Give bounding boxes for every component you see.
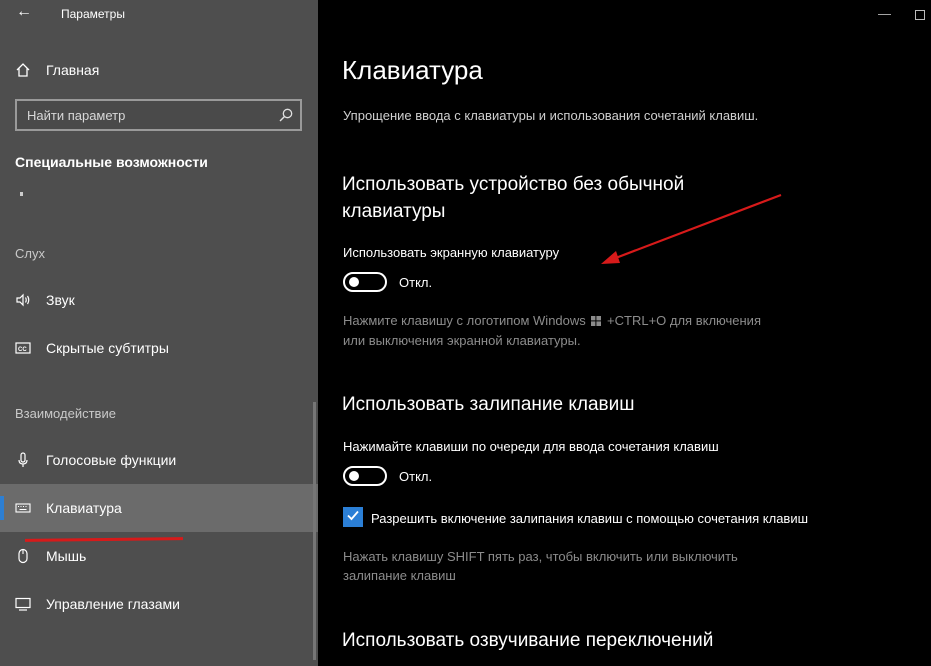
sidebar-item-label: Звук (46, 292, 75, 308)
group-label-hearing: Слух (15, 246, 45, 261)
app-title: Параметры (61, 7, 125, 21)
home-icon (15, 62, 31, 78)
back-arrow-icon: ← (16, 3, 32, 20)
section-heading-toggle-keys: Использовать озвучивание переключений (342, 630, 714, 651)
sidebar-item-label: Клавиатура (46, 500, 122, 516)
speaker-icon (15, 292, 31, 308)
keyboard-icon (15, 500, 31, 516)
sticky-keys-label: Нажимайте клавиши по очереди для ввода с… (343, 439, 719, 454)
onscreen-keyboard-toggle[interactable] (343, 272, 387, 292)
hint-line: Нажать клавишу SHIFT пять раз, чтобы вкл… (343, 549, 738, 564)
page-title: Клавиатура (342, 55, 483, 85)
onscreen-keyboard-hint: Нажмите клавишу с логотипом Windows +CTR… (343, 311, 761, 350)
back-button[interactable]: ← (12, 2, 36, 24)
sticky-keys-toggle[interactable] (343, 466, 387, 486)
sidebar-item-label: Управление глазами (46, 596, 180, 612)
mouse-icon (15, 548, 31, 564)
settings-sidebar: ← Параметры Главная Специальные возможно… (0, 0, 318, 666)
selection-indicator (0, 496, 4, 520)
sticky-keys-hint: Нажать клавишу SHIFT пять раз, чтобы вкл… (343, 547, 738, 585)
sidebar-item-label: Мышь (46, 548, 87, 564)
toggle-knob (349, 471, 359, 481)
onscreen-keyboard-toggle-row: Откл. (343, 272, 432, 292)
sidebar-item-eye-control[interactable]: Управление глазами (0, 580, 318, 628)
toggle-knob (349, 277, 359, 287)
section-title: Специальные возможности (15, 154, 208, 170)
sidebar-item-keyboard[interactable]: Клавиатура (0, 484, 318, 532)
sidebar-item-closed-captions[interactable]: CC Скрытые субтитры (0, 324, 318, 372)
closed-captions-icon: CC (15, 340, 31, 356)
search-icon[interactable] (278, 107, 294, 123)
sidebar-item-sound[interactable]: Звук (0, 276, 318, 324)
hint-line: Нажмите клавишу с логотипом Windows +CTR… (343, 311, 761, 331)
microphone-icon (15, 452, 31, 468)
checkmark-icon (346, 508, 360, 527)
toggle-state-label: Откл. (399, 274, 433, 290)
windows-logo-icon (591, 312, 602, 331)
section-heading-sticky-keys: Использовать залипание клавиш (342, 394, 635, 415)
svg-text:CC: CC (18, 347, 27, 353)
sticky-keys-toggle-row: Откл. (343, 466, 432, 486)
settings-content: — Клавиатура Упрощение ввода с клавиатур… (318, 0, 931, 666)
toggle-state-label: Откл. (399, 468, 433, 484)
group-label-interaction: Взаимодействие (15, 406, 116, 421)
sidebar-item-speech[interactable]: Голосовые функции (0, 436, 318, 484)
onscreen-keyboard-label: Использовать экранную клавиатуру (343, 245, 560, 260)
search-input[interactable] (17, 101, 272, 129)
sidebar-scrollbar[interactable] (313, 402, 316, 660)
hint-line: залипание клавиш (343, 568, 456, 583)
sidebar-item-label: Скрытые субтитры (46, 340, 169, 356)
title-bar: ← Параметры (0, 0, 318, 28)
minimize-button[interactable]: — (878, 6, 891, 21)
annotation-arrow-icon (601, 193, 782, 264)
sidebar-item-label: Главная (46, 62, 100, 78)
sticky-keys-shortcut-label[interactable]: Разрешить включение залипания клавиш с п… (371, 510, 811, 528)
search-field[interactable] (15, 99, 302, 131)
page-description: Упрощение ввода с клавиатуры и использов… (343, 108, 759, 123)
eye-control-icon (15, 596, 31, 612)
scroll-hint-mark (20, 192, 23, 196)
sticky-keys-shortcut-checkbox[interactable] (343, 507, 363, 527)
hint-line: или выключения экранной клавиатуры. (343, 333, 581, 348)
sidebar-item-label: Голосовые функции (46, 452, 177, 468)
sidebar-item-home[interactable]: Главная (0, 46, 318, 94)
maximize-button[interactable] (915, 10, 925, 20)
